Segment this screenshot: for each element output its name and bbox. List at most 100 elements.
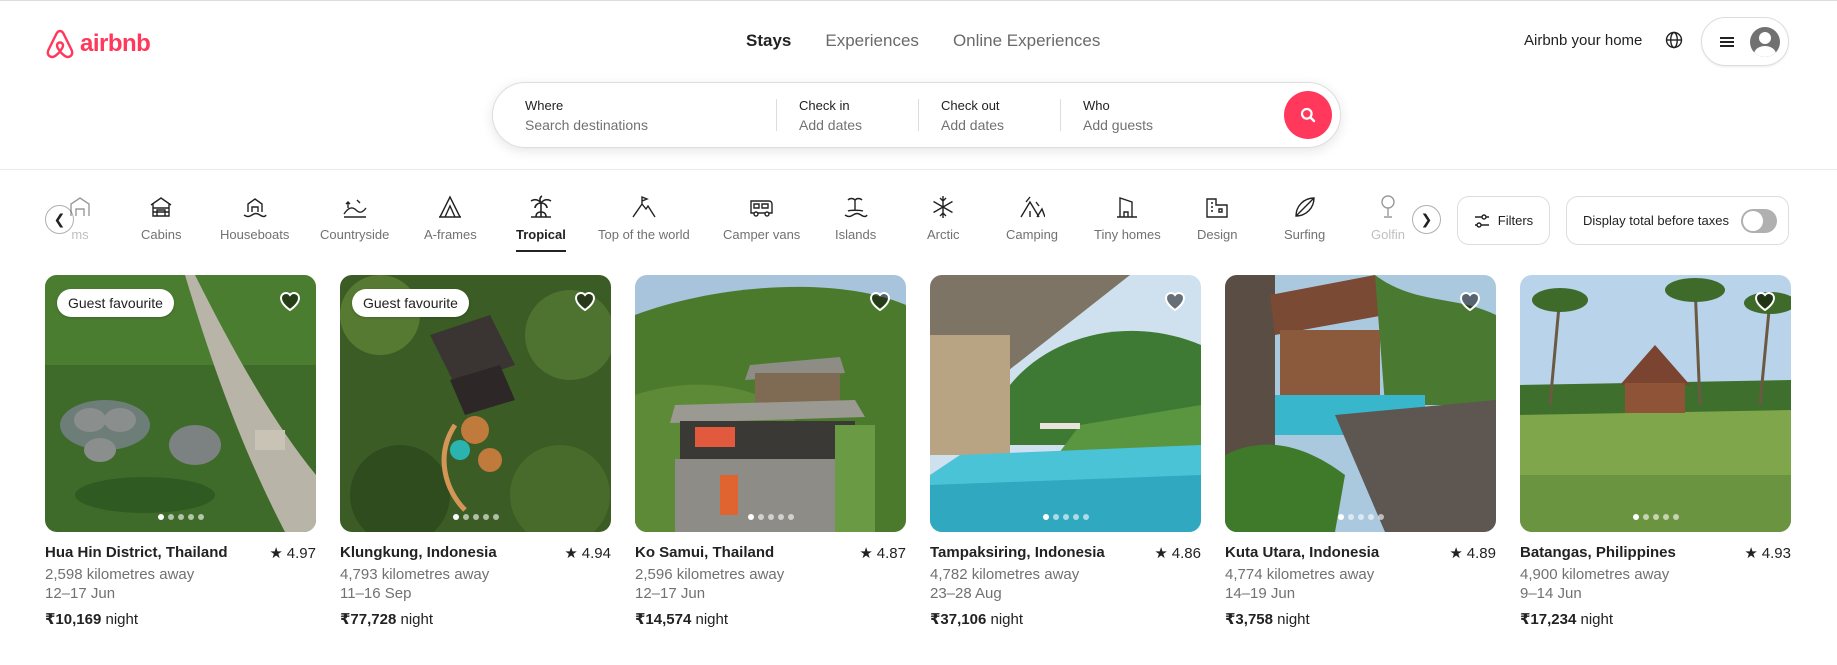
airbnb-your-home-link[interactable]: Airbnb your home — [1524, 32, 1642, 49]
display-total-switch[interactable] — [1740, 208, 1777, 233]
category-label: Camper vans — [723, 227, 801, 242]
surfboard-icon — [1294, 197, 1315, 217]
category-surfing[interactable]: Surfing — [1284, 194, 1325, 242]
tab-experiences[interactable]: Experiences — [825, 31, 919, 51]
category-label: Islands — [835, 227, 877, 242]
listing-photo[interactable] — [635, 275, 906, 532]
search-button[interactable] — [1284, 91, 1332, 139]
globe-icon[interactable] — [1665, 31, 1683, 49]
golf-icon — [1381, 195, 1395, 218]
listing-info: Klungkung, Indonesia ★ 4.94 4,793 kilome… — [340, 544, 611, 628]
display-total-label: Display total before taxes — [1583, 213, 1729, 228]
listing-price: ₹77,728 night — [340, 610, 611, 628]
header: airbnb Stays Experiences Online Experien… — [0, 0, 1837, 170]
listing-image — [635, 275, 906, 532]
houseboat-icon — [243, 198, 267, 218]
check-in-label: Check in — [799, 97, 850, 113]
filters-button[interactable]: Filters — [1457, 196, 1550, 245]
heart-icon[interactable] — [1458, 289, 1482, 313]
category-label: Design — [1197, 227, 1238, 242]
category-tropical[interactable]: Tropical — [516, 194, 566, 252]
carousel-dots — [452, 514, 499, 520]
check-in-field[interactable]: Check in Add dates — [777, 83, 918, 147]
listing-card[interactable]: Guest favourite Hua Hin District, Thaila… — [45, 275, 316, 628]
category-golfing[interactable]: Golfin — [1371, 194, 1405, 242]
listing-image — [1225, 275, 1496, 532]
tab-online-experiences[interactable]: Online Experiences — [953, 31, 1100, 51]
heart-icon[interactable] — [278, 289, 302, 313]
listing-card[interactable]: Ko Samui, Thailand ★ 4.87 2,596 kilometr… — [635, 275, 906, 628]
star-icon: ★ — [859, 545, 873, 562]
price-unit: night — [400, 611, 434, 628]
category-label: Arctic — [927, 227, 960, 242]
guest-favourite-badge: Guest favourite — [352, 289, 469, 317]
category-camping[interactable]: Camping — [1006, 194, 1058, 242]
category-label: Camping — [1006, 227, 1059, 242]
airbnb-logo[interactable]: airbnb — [44, 27, 151, 61]
rating-value: 4.86 — [1171, 544, 1201, 562]
brand-name: airbnb — [80, 30, 151, 57]
category-tiny-homes[interactable]: Tiny homes — [1094, 194, 1161, 242]
tiny-home-icon — [1117, 197, 1138, 218]
listing-card[interactable]: Kuta Utara, Indonesia ★ 4.89 4,774 kilom… — [1225, 275, 1496, 628]
listing-photo[interactable]: Guest favourite — [340, 275, 611, 532]
category-camper-vans[interactable]: Camper vans — [723, 194, 800, 242]
category-countryside[interactable]: Countryside — [320, 194, 389, 242]
listing-info: Hua Hin District, Thailand ★ 4.97 2,598 … — [45, 544, 316, 628]
category-top-of-the-world[interactable]: Top of the world — [598, 194, 690, 242]
price-unit: night — [1277, 611, 1310, 628]
heart-icon[interactable] — [1753, 289, 1777, 313]
category-farms[interactable]: ms — [67, 194, 93, 242]
heart-icon[interactable] — [1163, 289, 1187, 313]
farms-icon — [70, 197, 90, 216]
display-total-toggle-container: Display total before taxes — [1566, 196, 1789, 245]
chevron-left-icon: ❮ — [53, 211, 66, 227]
star-icon: ★ — [564, 545, 578, 562]
listing-photo[interactable] — [1225, 275, 1496, 532]
listing-photo[interactable] — [1520, 275, 1791, 532]
listing-photo[interactable]: Guest favourite — [45, 275, 316, 532]
category-arctic[interactable]: Arctic — [927, 194, 960, 242]
price-value: ₹14,574 — [635, 611, 692, 628]
category-design[interactable]: Design — [1197, 194, 1237, 242]
category-label: ms — [71, 227, 89, 242]
category-islands[interactable]: Islands — [835, 194, 876, 242]
check-in-placeholder: Add dates — [799, 116, 863, 133]
category-houseboats[interactable]: Houseboats — [220, 194, 289, 242]
listing-dates: 11–16 Sep — [340, 585, 412, 602]
user-menu-button[interactable] — [1701, 17, 1789, 66]
listing-title: Klungkung, Indonesia — [340, 544, 497, 561]
star-icon: ★ — [1744, 545, 1758, 562]
camper-van-icon — [749, 200, 773, 217]
filters-label: Filters — [1497, 213, 1534, 228]
listing-price: ₹3,758 night — [1225, 610, 1496, 628]
category-label: Tiny homes — [1094, 227, 1161, 242]
heart-icon[interactable] — [573, 289, 597, 313]
filters-icon — [1474, 213, 1489, 228]
who-field[interactable]: Who Add guests — [1061, 83, 1291, 147]
listing-title: Batangas, Philippines — [1520, 544, 1676, 561]
listing-distance: 4,774 kilometres away — [1225, 566, 1375, 583]
listing-distance: 4,900 kilometres away — [1520, 566, 1670, 583]
listing-photo[interactable] — [930, 275, 1201, 532]
listing-card[interactable]: Tampaksiring, Indonesia ★ 4.86 4,782 kil… — [930, 275, 1201, 628]
category-bar: ❮ ms Cabins Houseboats Countryside A-fra… — [0, 170, 1837, 270]
check-out-field[interactable]: Check out Add dates — [919, 83, 1060, 147]
heart-icon[interactable] — [868, 289, 892, 313]
listing-card[interactable]: Batangas, Philippines ★ 4.93 4,900 kilom… — [1520, 275, 1791, 628]
a-frame-icon — [439, 195, 462, 218]
categories-next-button[interactable]: ❯ — [1412, 205, 1441, 234]
airbnb-logo-icon — [46, 29, 74, 59]
where-field[interactable]: Where Search destinations — [493, 83, 776, 147]
category-label: Top of the world — [598, 227, 690, 242]
category-label: Cabins — [141, 227, 182, 242]
listing-info: Ko Samui, Thailand ★ 4.87 2,596 kilometr… — [635, 544, 906, 628]
category-a-frames[interactable]: A-frames — [424, 194, 477, 242]
listing-image — [1520, 275, 1791, 532]
chevron-right-icon: ❯ — [1420, 211, 1433, 227]
carousel-dots — [1632, 514, 1679, 520]
rating-value: 4.87 — [876, 544, 906, 562]
tab-stays[interactable]: Stays — [746, 31, 791, 51]
category-cabins[interactable]: Cabins — [141, 194, 181, 242]
listing-card[interactable]: Guest favourite Klungkung, Indonesia ★ 4… — [340, 275, 611, 628]
